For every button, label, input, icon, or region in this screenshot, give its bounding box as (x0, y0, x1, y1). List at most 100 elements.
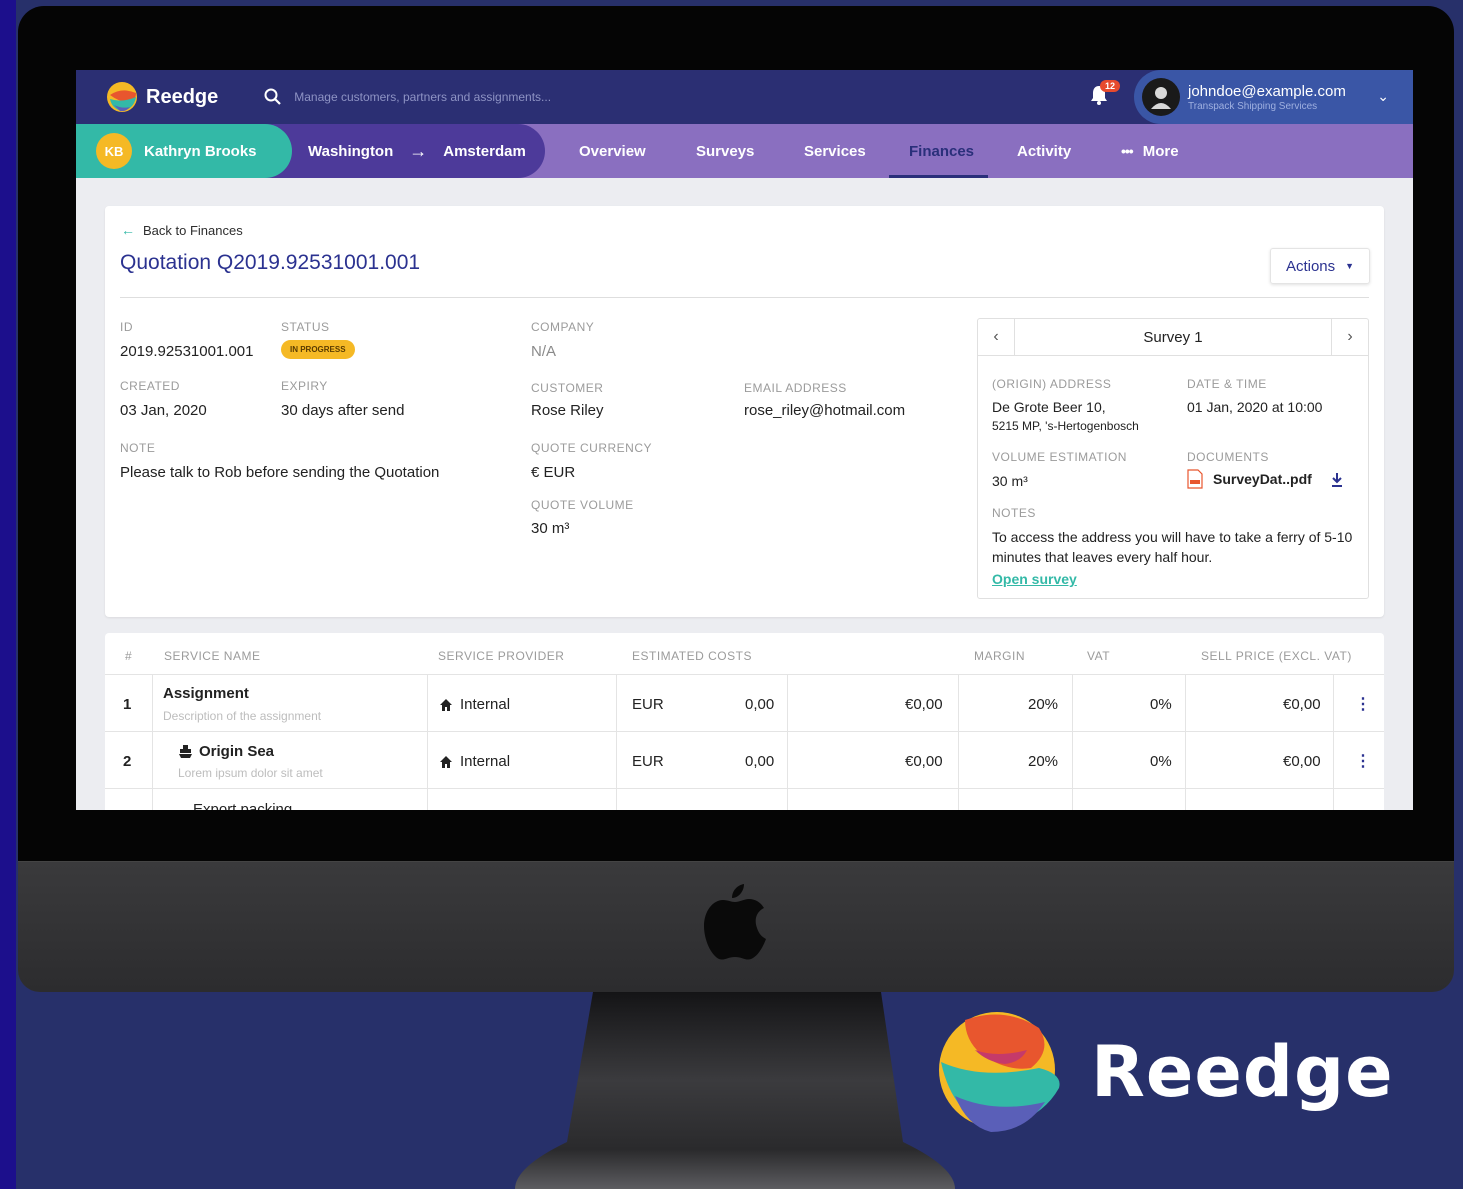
col-header-vat: VAT (1087, 649, 1111, 663)
tab-overview[interactable]: Overview (579, 124, 646, 178)
status-badge: IN PROGRESS (281, 340, 355, 359)
user-menu[interactable]: johndoe@example.com Transpack Shipping S… (1134, 70, 1413, 124)
row-divider (105, 674, 1384, 675)
sell-price: €0,00 (1283, 696, 1321, 713)
service-provider: Internal (440, 753, 510, 770)
tab-finances[interactable]: Finances (909, 124, 974, 178)
user-avatar-icon (1151, 87, 1171, 109)
column-divider (1185, 674, 1186, 810)
tab-services[interactable]: Services (804, 124, 866, 178)
survey-document-name: SurveyDat..pdf (1213, 471, 1312, 487)
survey-volume-label: VOLUME ESTIMATION (992, 450, 1127, 464)
apple-logo-icon (704, 884, 766, 960)
chevron-down-icon[interactable]: ⌄ (1377, 88, 1389, 105)
status-label: STATUS (281, 320, 330, 334)
search-box[interactable]: Manage customers, partners and assignmen… (264, 88, 551, 106)
created-value: 03 Jan, 2020 (120, 402, 207, 419)
survey-notes-value: To access the address you will have to t… (992, 529, 1353, 565)
search-icon (264, 88, 282, 105)
column-divider (1072, 674, 1073, 810)
email-label: EMAIL ADDRESS (744, 381, 847, 395)
user-email: johndoe@example.com (1188, 82, 1346, 100)
column-divider (616, 674, 617, 810)
reedge-logo-icon (107, 82, 137, 112)
survey-datetime-value: 01 Jan, 2020 at 10:00 (1187, 399, 1323, 415)
service-provider-label: Internal (460, 753, 511, 770)
cost-currency: EUR (632, 696, 664, 713)
app-name: Reedge (146, 85, 219, 108)
top-bar: Reedge Manage customers, partners and as… (76, 70, 1413, 124)
row-number: 2 (123, 753, 132, 770)
col-header-service-name: SERVICE NAME (164, 649, 261, 663)
margin-value[interactable]: 20% (1028, 753, 1058, 770)
active-tab-indicator (889, 175, 988, 178)
page-title: Quotation Q2019.92531001.001 (120, 251, 421, 274)
service-name-group: Origin Sea (178, 743, 274, 760)
expiry-value: 30 days after send (281, 402, 405, 419)
chevron-right-icon[interactable]: › (1331, 319, 1368, 355)
company-label: COMPANY (531, 320, 595, 334)
survey-title: Survey 1 (1143, 328, 1203, 346)
cost-currency: EUR (632, 753, 664, 770)
cost-input[interactable]: 0,00 (745, 753, 774, 770)
row-number: 1 (123, 696, 132, 713)
row-menu-icon[interactable]: ⋮ (1355, 694, 1371, 714)
back-link-label: Back to Finances (143, 222, 243, 238)
tab-activity[interactable]: Activity (1017, 124, 1071, 178)
app-logo[interactable]: Reedge (106, 81, 218, 113)
quotation-card: ← Back to Finances Quotation Q2019.92531… (105, 206, 1384, 617)
survey-panel: ‹ Survey 1 › (ORIGIN) ADDRESS De Grote B… (977, 318, 1369, 599)
tab-surveys[interactable]: Surveys (696, 124, 754, 178)
user-company: Transpack Shipping Services (1188, 100, 1318, 112)
margin-value[interactable]: 20% (1028, 696, 1058, 713)
col-header-sell-price: SELL PRICE (EXCL. VAT) (1201, 649, 1352, 663)
col-header-service-provider: SERVICE PROVIDER (438, 649, 565, 663)
row-menu-icon[interactable]: ⋮ (1355, 751, 1371, 771)
caret-down-icon: ▼ (1345, 261, 1355, 271)
route-from: Washington (308, 142, 394, 160)
customer-pill[interactable]: KB Kathryn Brooks (76, 124, 292, 178)
home-icon (440, 698, 452, 711)
service-provider-label: Internal (460, 696, 511, 713)
created-label: CREATED (120, 379, 180, 393)
vat-value[interactable]: 0% (1150, 696, 1172, 713)
reedge-logo-icon (939, 1012, 1060, 1132)
survey-volume-value: 30 m³ (992, 473, 1028, 489)
sell-price: €0,00 (1283, 753, 1321, 770)
email-value: rose_riley@hotmail.com (744, 402, 906, 419)
open-survey-link[interactable]: Open survey (992, 571, 1077, 587)
note-value: Please talk to Rob before sending the Qu… (120, 464, 440, 481)
survey-address-line1: De Grote Beer 10, (992, 399, 1106, 415)
currency-value: € EUR (531, 464, 576, 481)
survey-documents-label: DOCUMENTS (1187, 450, 1269, 464)
survey-document-link[interactable]: SurveyDat..pdf (1187, 469, 1312, 489)
column-divider (427, 674, 428, 810)
cost-input[interactable]: 0,00 (745, 696, 774, 713)
column-divider (958, 674, 959, 810)
survey-address-label: (ORIGIN) ADDRESS (992, 377, 1112, 391)
actions-button[interactable]: Actions ▼ (1270, 248, 1370, 284)
estimated-cost: €0,00 (905, 753, 943, 770)
tab-more-label: More (1142, 142, 1179, 160)
id-value: 2019.92531001.001 (120, 343, 254, 360)
row-divider (105, 731, 1384, 732)
survey-datetime-label: DATE & TIME (1187, 377, 1267, 391)
volume-value: 30 m³ (531, 520, 570, 537)
row-divider (105, 788, 1384, 789)
service-name: Export packing (193, 801, 293, 810)
vat-value[interactable]: 0% (1150, 753, 1172, 770)
monitor-stand (515, 992, 955, 1189)
company-value: N/A (531, 343, 557, 360)
actions-label: Actions (1285, 257, 1336, 275)
tab-more[interactable]: ••• More (1121, 124, 1179, 178)
back-link[interactable]: ← Back to Finances (121, 222, 243, 238)
search-input[interactable]: Manage customers, partners and assignmen… (294, 90, 551, 104)
route-to: Amsterdam (443, 142, 526, 160)
service-description: Lorem ipsum dolor sit amet (178, 766, 323, 780)
download-icon[interactable] (1331, 473, 1343, 487)
customer-value: Rose Riley (531, 402, 604, 419)
service-description: Description of the assignment (163, 709, 322, 723)
column-divider (1333, 674, 1334, 810)
brand-name: Reedge (1091, 1031, 1394, 1113)
chevron-left-icon[interactable]: ‹ (978, 319, 1015, 355)
